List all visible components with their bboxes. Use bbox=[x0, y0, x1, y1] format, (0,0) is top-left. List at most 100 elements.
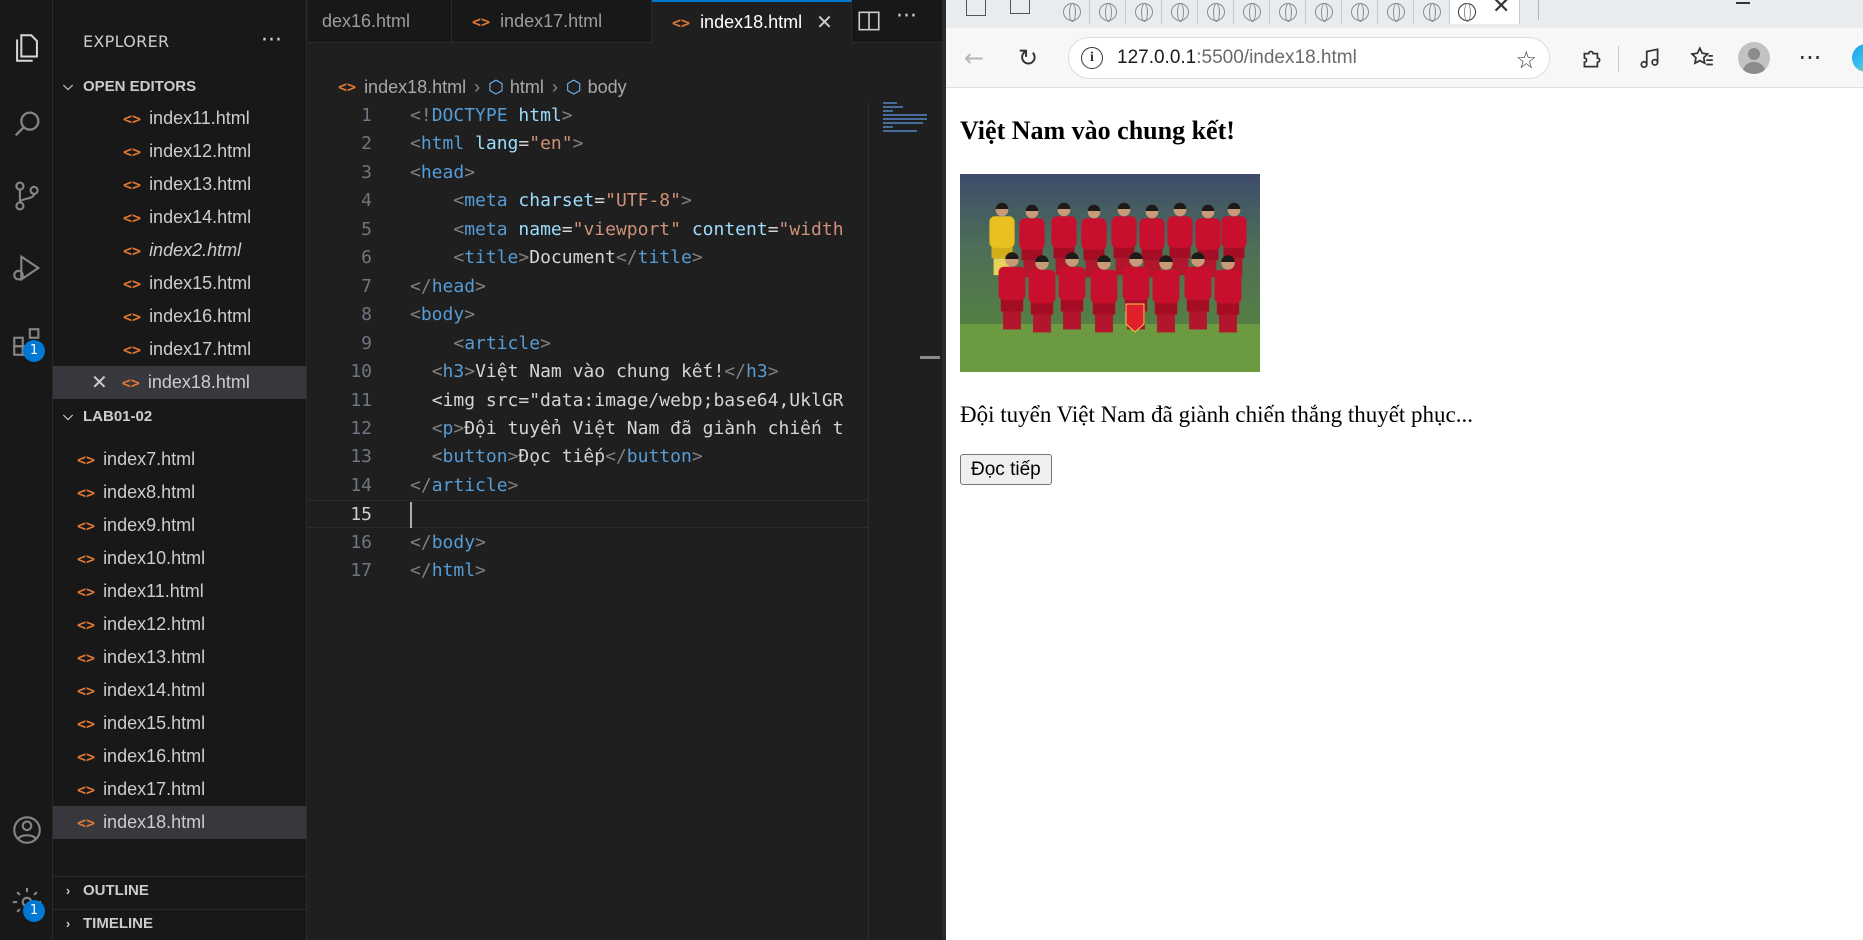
more-menu-icon[interactable]: ··· bbox=[1788, 36, 1832, 80]
open-editor-item[interactable]: <> index2.html bbox=[53, 234, 306, 267]
code-line[interactable]: 15 bbox=[308, 500, 868, 529]
code-line[interactable]: 1 <!DOCTYPE html> bbox=[308, 102, 868, 130]
breadcrumb-file[interactable]: index18.html bbox=[364, 77, 466, 98]
copilot-icon[interactable] bbox=[1852, 44, 1863, 72]
close-icon[interactable]: ✕ bbox=[91, 370, 108, 395]
scrollbar-indicator[interactable] bbox=[920, 356, 940, 359]
browser-tab[interactable] bbox=[1162, 0, 1198, 24]
timeline-label: TIMELINE bbox=[83, 915, 153, 932]
close-icon[interactable]: ✕ bbox=[816, 10, 833, 35]
minimize-icon[interactable] bbox=[1736, 2, 1750, 4]
code-line[interactable]: 2 <html lang="en"> bbox=[308, 130, 868, 158]
extensions-icon[interactable]: 1 bbox=[0, 314, 53, 370]
folder-file-item[interactable]: <> index7.html bbox=[53, 443, 306, 476]
tab-index16[interactable]: dex16.html bbox=[302, 0, 452, 43]
search-icon[interactable] bbox=[0, 96, 53, 152]
address-bar[interactable]: i 127.0.0.1:5500/index18.html ☆ bbox=[1068, 37, 1550, 79]
settings-gear-icon[interactable]: 1 bbox=[0, 874, 53, 930]
account-icon[interactable] bbox=[0, 802, 53, 858]
browser-tab[interactable] bbox=[1378, 0, 1414, 24]
tab-index17[interactable]: <> index17.html bbox=[452, 0, 652, 43]
folder-file-item[interactable]: <> index9.html bbox=[53, 509, 306, 542]
workspaces-icon[interactable] bbox=[966, 0, 986, 16]
line-number: 14 bbox=[350, 474, 372, 496]
html-file-icon: <> bbox=[77, 648, 96, 667]
folder-file-item[interactable]: <> index11.html bbox=[53, 575, 306, 608]
media-icon[interactable] bbox=[1628, 36, 1672, 80]
run-debug-icon[interactable] bbox=[0, 240, 53, 296]
open-editor-item[interactable]: <> index13.html bbox=[53, 168, 306, 201]
code-line[interactable]: 10 <h3>Việt Nam vào chung kết!</h3> bbox=[308, 358, 868, 386]
browser-tab[interactable] bbox=[1054, 0, 1090, 24]
code-line[interactable]: 16 </body> bbox=[308, 529, 868, 557]
open-editor-item[interactable]: <> index16.html bbox=[53, 300, 306, 333]
read-more-button[interactable]: Đọc tiếp bbox=[960, 454, 1052, 485]
minimap[interactable] bbox=[868, 102, 942, 940]
timeline-section-header[interactable]: › TIMELINE bbox=[53, 909, 306, 937]
profile-avatar-icon[interactable] bbox=[1732, 36, 1776, 80]
site-info-icon[interactable]: i bbox=[1081, 47, 1103, 69]
open-editor-item[interactable]: <> index11.html bbox=[53, 102, 306, 135]
outline-section-header[interactable]: › OUTLINE bbox=[53, 876, 306, 904]
folder-section-header[interactable]: ⌵ LAB01-02 bbox=[53, 402, 306, 430]
open-editor-item[interactable]: <> index12.html bbox=[53, 135, 306, 168]
browser-tab[interactable] bbox=[1198, 0, 1234, 24]
browser-tab[interactable] bbox=[1414, 0, 1450, 24]
close-icon[interactable]: ✕ bbox=[1492, 0, 1510, 19]
browser-tab[interactable] bbox=[1126, 0, 1162, 24]
code-line[interactable]: 9 <article> bbox=[308, 330, 868, 358]
open-editors-section-header[interactable]: ⌵ OPEN EDITORS bbox=[53, 72, 306, 100]
code-line[interactable]: 5 <meta name="viewport" content="width bbox=[308, 216, 868, 244]
breadcrumb-html[interactable]: html bbox=[510, 77, 544, 98]
favorites-icon[interactable] bbox=[1680, 36, 1724, 80]
code-line[interactable]: 7 </head> bbox=[308, 273, 868, 301]
back-arrow-icon[interactable]: ← bbox=[952, 36, 996, 80]
file-name: index14.html bbox=[149, 207, 252, 227]
open-editor-item[interactable]: ✕ <> index18.html bbox=[53, 366, 306, 399]
folder-file-item[interactable]: <> index13.html bbox=[53, 641, 306, 674]
file-name: index2.html bbox=[149, 240, 242, 260]
favorite-star-icon[interactable]: ☆ bbox=[1515, 46, 1537, 74]
code-line[interactable]: 11 <img src="data:image/webp;base64,UklG… bbox=[308, 387, 868, 415]
folder-file-item[interactable]: <> index15.html bbox=[53, 707, 306, 740]
open-editor-item[interactable]: <> index17.html bbox=[53, 333, 306, 366]
folder-file-item[interactable]: <> index17.html bbox=[53, 773, 306, 806]
code-line[interactable]: 6 <title>Document</title> bbox=[308, 244, 868, 272]
code-line[interactable]: 13 <button>Đọc tiếp</button> bbox=[308, 443, 868, 471]
code-text: <html lang="en"> bbox=[410, 133, 584, 155]
folder-file-item[interactable]: <> index16.html bbox=[53, 740, 306, 773]
code-line[interactable]: 17 </html> bbox=[308, 557, 868, 585]
open-editor-item[interactable]: <> index15.html bbox=[53, 267, 306, 300]
tab-actions-icon[interactable] bbox=[1010, 0, 1030, 14]
explorer-icon[interactable] bbox=[0, 20, 53, 76]
code-text: <img src="data:image/webp;base64,UklGR bbox=[431, 389, 844, 411]
extensions-puzzle-icon[interactable] bbox=[1570, 36, 1614, 80]
browser-tab[interactable] bbox=[1090, 0, 1126, 24]
folder-file-item[interactable]: <> index14.html bbox=[53, 674, 306, 707]
editor-group: dex16.html <> index17.html <> index18.ht… bbox=[308, 0, 942, 940]
split-editor-icon[interactable] bbox=[856, 8, 882, 34]
folder-file-item[interactable]: <> index18.html bbox=[53, 806, 306, 839]
code-line[interactable]: 12 <p>Đội tuyển Việt Nam đã giành chiến … bbox=[308, 415, 868, 443]
reload-icon[interactable]: ↻ bbox=[1006, 36, 1050, 80]
breadcrumb-body[interactable]: body bbox=[588, 77, 627, 98]
folder-file-item[interactable]: <> index10.html bbox=[53, 542, 306, 575]
file-name: index13.html bbox=[103, 647, 206, 667]
browser-tab[interactable] bbox=[1306, 0, 1342, 24]
code-line[interactable]: 4 <meta charset="UTF-8"> bbox=[308, 187, 868, 215]
source-control-icon[interactable] bbox=[0, 168, 53, 224]
editor-more-actions-icon[interactable]: ··· bbox=[896, 4, 917, 29]
folder-file-item[interactable]: <> index8.html bbox=[53, 476, 306, 509]
line-number: 10 bbox=[350, 361, 372, 383]
open-editor-item[interactable]: <> index14.html bbox=[53, 201, 306, 234]
code-line[interactable]: 14 </article> bbox=[308, 472, 868, 500]
folder-file-item[interactable]: <> index12.html bbox=[53, 608, 306, 641]
browser-tab[interactable] bbox=[1270, 0, 1306, 24]
tab-index18[interactable]: <> index18.html ✕ bbox=[652, 0, 852, 43]
explorer-more-actions-icon[interactable]: ··· bbox=[261, 28, 282, 53]
browser-tab[interactable] bbox=[1342, 0, 1378, 24]
browser-tab[interactable] bbox=[1234, 0, 1270, 24]
url-text[interactable]: 127.0.0.1:5500/index18.html bbox=[1117, 47, 1357, 69]
code-line[interactable]: 3 <head> bbox=[308, 159, 868, 187]
code-line[interactable]: 8 <body> bbox=[308, 301, 868, 329]
